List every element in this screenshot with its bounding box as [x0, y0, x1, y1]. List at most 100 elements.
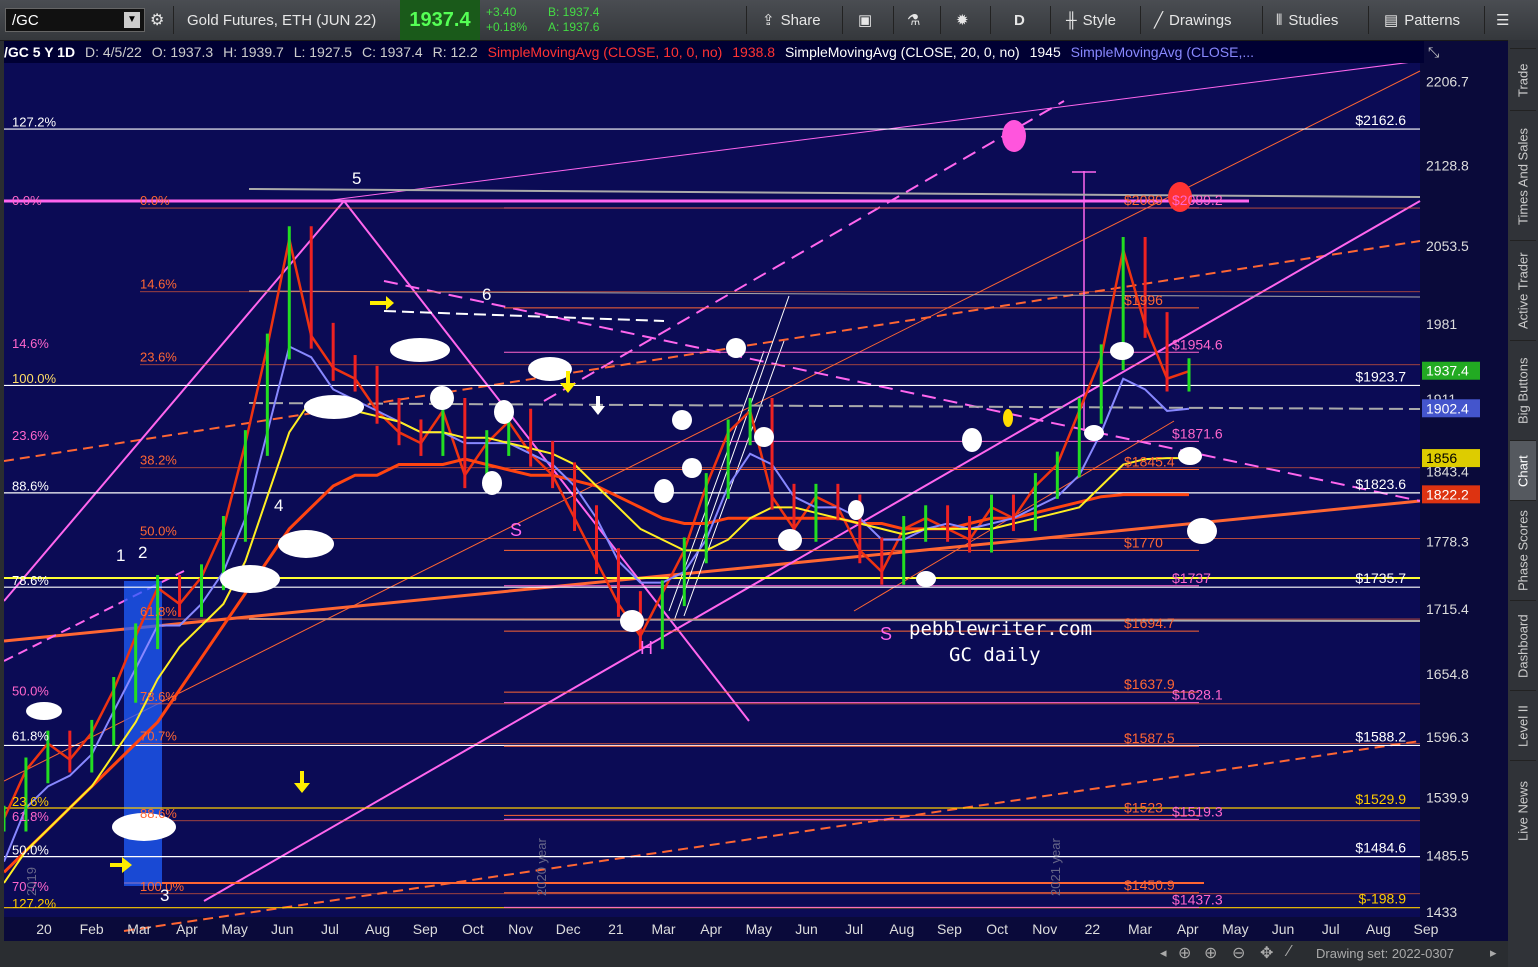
mid-level-label: $1996 [1124, 292, 1163, 308]
x-tick-label: May [746, 921, 772, 937]
pivot-marker [916, 571, 936, 587]
hamburger-icon: ☰ [1496, 12, 1510, 29]
share-button[interactable]: ⇪ Share [762, 0, 821, 40]
y-tick-label: 2206.7 [1426, 74, 1469, 90]
drawings-button[interactable]: ╱ Drawings [1154, 0, 1232, 40]
toolbar-divider [173, 6, 174, 34]
x-tick-label: May [221, 921, 247, 937]
fib-left-label: 23.6% [12, 428, 49, 443]
x-tick-label: Feb [80, 921, 104, 937]
sma10-value: 1938.8 [732, 44, 776, 60]
patterns-button[interactable]: ▤ Patterns [1384, 0, 1460, 40]
fib-left-label: 14.6% [12, 336, 49, 351]
style-label: Style [1082, 11, 1116, 29]
pivot-marker [220, 565, 280, 593]
studies-button[interactable]: ⫴ Studies [1276, 0, 1338, 40]
right-level-label: $1588.2 [1355, 728, 1406, 744]
sma20-label[interactable]: SimpleMovingAvg (CLOSE, 20, 0, no) [785, 44, 1020, 60]
target-marker-pink [1002, 120, 1026, 152]
tab-phase-scores[interactable]: Phase Scores [1510, 500, 1536, 601]
tab-active-trader[interactable]: Active Trader [1510, 240, 1536, 341]
snapshot-button[interactable]: ▣ [858, 0, 872, 40]
symbol-input[interactable]: /GC ▼ [5, 8, 145, 32]
period-button[interactable]: D [1014, 0, 1025, 40]
tab-chart[interactable]: Chart [1510, 440, 1536, 501]
x-tick-label: Sep [413, 921, 438, 937]
zoom-in-icon[interactable]: ⊕ [1204, 943, 1217, 963]
symbol-value: /GC [12, 12, 39, 29]
zoom-out-icon[interactable]: ⊖ [1232, 943, 1245, 963]
chevron-down-icon[interactable]: ▼ [124, 12, 140, 28]
top-toolbar: /GC ▼ ⚙ Gold Futures, ETH (JUN 22) 1937.… [0, 0, 1538, 41]
lab-button[interactable]: ⚗ [907, 0, 920, 40]
right-level-label: $1823.6 [1355, 476, 1406, 492]
gallery-icon: ▣ [858, 12, 873, 29]
symbol-settings-button[interactable]: ⚙ [150, 0, 164, 40]
sma10-label[interactable]: SimpleMovingAvg (CLOSE, 10, 0, no) [488, 44, 723, 60]
bar-date: D: 4/5/22 [84, 44, 142, 60]
pivot-marker [1178, 447, 1202, 465]
toolbar-divider [842, 6, 843, 34]
y-tick-label: 1654.8 [1426, 666, 1469, 682]
pivot-marker [754, 427, 774, 447]
tab-big-buttons[interactable]: Big Buttons [1510, 340, 1536, 441]
share-label: Share [780, 11, 821, 29]
fib-left-label: 78.6% [12, 573, 49, 588]
crosshair-icon[interactable]: ⊕ [1178, 943, 1191, 963]
pivot-marker [848, 500, 864, 520]
menu-button[interactable]: ☰ [1496, 0, 1509, 40]
y-tick-label: 1778.3 [1426, 533, 1469, 549]
tab-trade[interactable]: Trade [1510, 48, 1536, 111]
toolbar-divider [1262, 6, 1263, 34]
x-tick-label: Aug [1366, 921, 1391, 937]
tab-dashboard[interactable]: Dashboard [1510, 600, 1536, 691]
fib-mid-label: 0.0% [140, 193, 170, 208]
fib-left-label: 127.2% [12, 115, 57, 130]
toolbar-divider [940, 6, 941, 34]
scroll-left-icon[interactable]: ◂ [1160, 945, 1167, 961]
price-badge-label: 1856 [1426, 450, 1457, 466]
fib-left-label: 0.0% [12, 193, 42, 208]
x-tick-label: Oct [986, 921, 1008, 937]
x-tick-label: Apr [176, 921, 198, 937]
price-badge-label: 1902.4 [1426, 400, 1469, 416]
pivot-marker [26, 702, 62, 720]
collapse-icon[interactable]: ⤡ [1428, 44, 1439, 61]
bar-open: O: 1937.3 [151, 44, 214, 60]
chart-area[interactable]: $2162.6 $1923.7 $1823.6 $1735.7 $1588.2 $1529… [2, 41, 1508, 941]
tab-level-ii[interactable]: Level II [1510, 690, 1536, 761]
mid-level-label: $1694.7 [1124, 615, 1175, 631]
pivot-marker [778, 529, 802, 551]
x-tick-label: Nov [1032, 921, 1057, 937]
price-chart[interactable]: $2162.6 $1923.7 $1823.6 $1735.7 $1588.2 $1529… [2, 41, 1508, 941]
pattern-label: S [510, 520, 522, 540]
pivot-marker [528, 357, 572, 381]
gear-icon: ⚙ [150, 12, 165, 29]
x-tick-label: Jul [845, 921, 863, 937]
tab-times-and-sales[interactable]: Times And Sales [1510, 110, 1536, 241]
x-tick-label: 22 [1085, 921, 1101, 937]
fib-left-label: 100.0% [12, 371, 57, 386]
toolbar-divider [1140, 6, 1141, 34]
year-label: 2021 year [1048, 838, 1063, 896]
plot-background [4, 41, 1420, 917]
pattern-label: S [880, 624, 892, 644]
y-tick-label: 1596.3 [1426, 729, 1469, 745]
drawing-set-label[interactable]: Drawing set: 2022-0307 [1316, 946, 1454, 961]
instrument-description: Gold Futures, ETH (JUN 22) [187, 11, 377, 29]
draw-icon[interactable]: ⁄ [1288, 943, 1291, 961]
studies-icon: ⫴ [1276, 11, 1283, 29]
sma-more-label[interactable]: SimpleMovingAvg (CLOSE,... [1071, 44, 1254, 60]
x-tick-label: 21 [608, 921, 624, 937]
x-tick-label: Sep [1414, 921, 1439, 937]
wave-label: 4 [274, 496, 283, 515]
fib-left-label: 50.0% [12, 683, 49, 698]
style-button[interactable]: ╫ Style [1066, 0, 1116, 40]
pan-icon[interactable]: ✥ [1260, 943, 1273, 963]
settings-button[interactable]: ✹ [956, 0, 969, 40]
chevron-right-icon[interactable]: ▸ [1490, 945, 1497, 961]
bar-close: C: 1937.4 [361, 44, 423, 60]
pivot-marker [962, 428, 982, 452]
tab-live-news[interactable]: Live News [1510, 760, 1536, 861]
right-level-label: $1529.9 [1355, 791, 1406, 807]
